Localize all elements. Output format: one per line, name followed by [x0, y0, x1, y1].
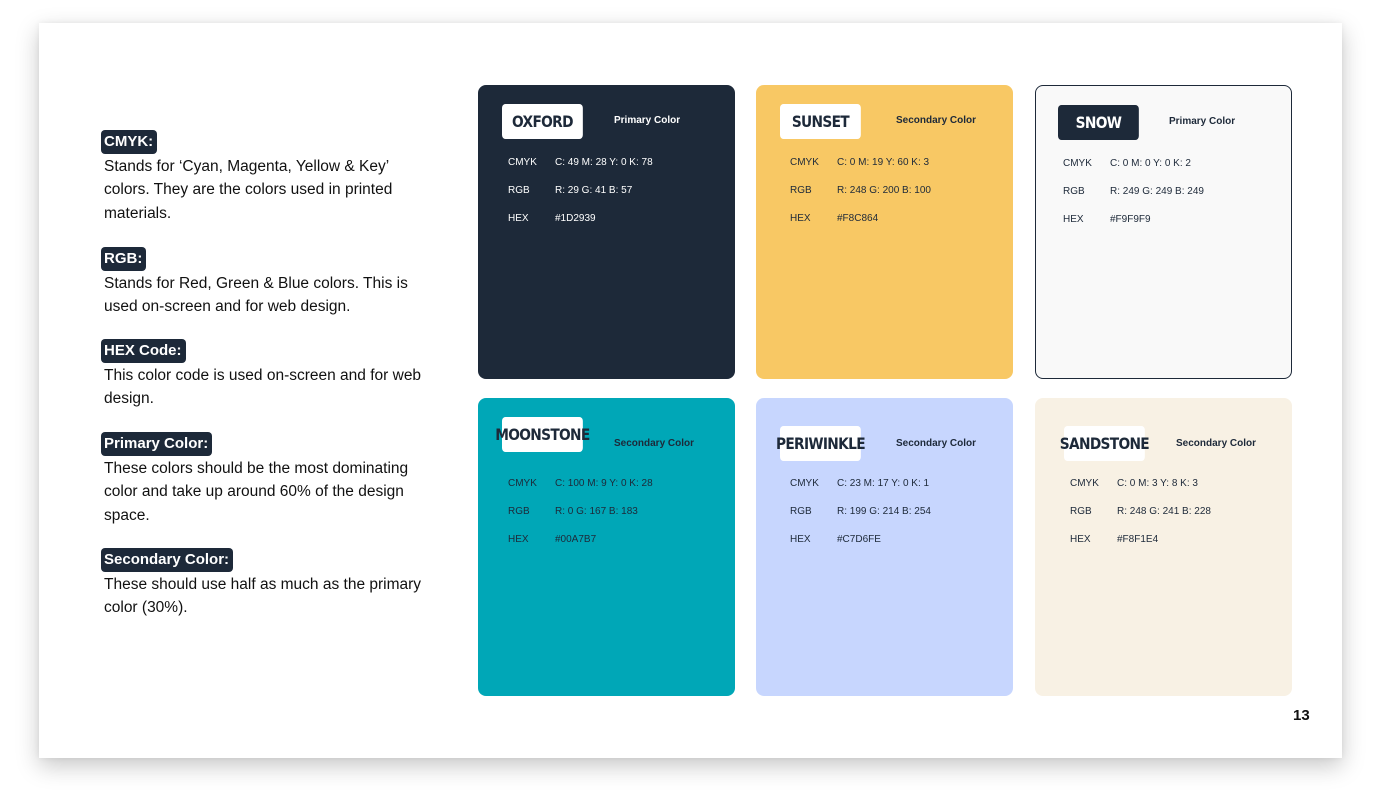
swatch-role: Secondary Color	[896, 438, 977, 449]
hex-label: HEX	[790, 534, 811, 545]
swatch-role: Primary Color	[614, 115, 681, 126]
swatch-role: Secondary Color	[896, 115, 977, 126]
definition-secondary-color: Secondary Color: These should use half a…	[101, 548, 424, 620]
rgb-value: R: 0 G: 167 B: 183	[555, 506, 638, 517]
swatch-hex-row: HEX #1D2939	[508, 213, 596, 224]
rgb-label: RGB	[508, 185, 530, 196]
rgb-value: R: 248 G: 241 B: 228	[1117, 506, 1211, 517]
definition-term: RGB:	[101, 247, 147, 271]
swatch-hex-row: HEX #F8F1E4	[1070, 534, 1158, 545]
rgb-label: RGB	[790, 506, 812, 517]
swatch-name-box: SANDSTONE	[1060, 426, 1150, 461]
swatch-name-box: PERIWINKLE	[776, 426, 866, 461]
definition-primary-color: Primary Color: These colors should be th…	[101, 432, 424, 527]
swatch-name: SANDSTONE	[1059, 434, 1150, 453]
cmyk-value: C: 0 M: 19 Y: 60 K: 3	[837, 157, 930, 168]
swatch-card-moonstone: MOONSTONE Secondary Color CMYK C: 100 M: …	[478, 398, 735, 696]
definition-hex-code: HEX Code: This color code is used on-scr…	[101, 339, 424, 411]
swatch-name: OXFORD	[512, 112, 573, 131]
slide-page: CMYK: Stands for ‘Cyan, Magenta, Yellow …	[39, 23, 1342, 758]
swatch-hex-row: HEX #C7D6FE	[790, 534, 881, 545]
cmyk-label: CMYK	[508, 478, 537, 489]
cmyk-label: CMYK	[790, 478, 819, 489]
cmyk-label: CMYK	[1063, 158, 1092, 169]
swatch-cmyk-row: CMYK C: 0 M: 3 Y: 8 K: 3	[1070, 478, 1198, 489]
hex-label: HEX	[508, 213, 529, 224]
hex-value: #1D2939	[555, 213, 596, 224]
rgb-label: RGB	[790, 185, 812, 196]
swatch-name-box: SNOW	[1058, 105, 1139, 140]
swatch-name: PERIWINKLE	[775, 434, 866, 453]
swatch-rgb-row: RGB R: 248 G: 200 B: 100	[790, 185, 931, 196]
swatch-card-oxford: OXFORD Primary Color CMYK C: 49 M: 28 Y: …	[478, 85, 735, 379]
rgb-value: R: 248 G: 200 B: 100	[837, 185, 931, 196]
page-number: 13	[1293, 707, 1310, 724]
swatch-cmyk-row: CMYK C: 100 M: 9 Y: 0 K: 28	[508, 478, 653, 489]
rgb-value: R: 199 G: 214 B: 254	[837, 506, 931, 517]
hex-value: #C7D6FE	[837, 534, 881, 545]
definition-term: HEX Code:	[101, 339, 186, 363]
swatch-name: MOONSTONE	[495, 425, 590, 444]
swatch-cmyk-row: CMYK C: 23 M: 17 Y: 0 K: 1	[790, 478, 929, 489]
rgb-label: RGB	[1070, 506, 1092, 517]
swatch-rgb-row: RGB R: 249 G: 249 B: 249	[1063, 186, 1204, 197]
swatch-rgb-row: RGB R: 29 G: 41 B: 57	[508, 185, 632, 196]
cmyk-value: C: 49 M: 28 Y: 0 K: 78	[555, 157, 653, 168]
swatch-name: SNOW	[1075, 113, 1122, 132]
definition-text: This color code is used on-screen and fo…	[104, 367, 422, 408]
hex-label: HEX	[790, 213, 811, 224]
rgb-value: R: 29 G: 41 B: 57	[555, 185, 633, 196]
swatch-name: SUNSET	[791, 112, 850, 131]
definition-text: Stands for ‘Cyan, Magenta, Yellow & Key’…	[104, 158, 393, 222]
swatch-cmyk-row: CMYK C: 0 M: 19 Y: 60 K: 3	[790, 157, 929, 168]
hex-label: HEX	[508, 534, 529, 545]
swatch-role: Secondary Color	[614, 438, 695, 449]
swatch-hex-row: HEX #F8C864	[790, 213, 878, 224]
cmyk-label: CMYK	[1070, 478, 1099, 489]
cmyk-value: C: 100 M: 9 Y: 0 K: 28	[555, 478, 653, 489]
swatch-card-sandstone: SANDSTONE Secondary Color CMYK C: 0 M: 3 …	[1035, 398, 1292, 696]
hex-value: #00A7B7	[555, 534, 597, 545]
swatch-hex-row: HEX #F9F9F9	[1063, 214, 1151, 225]
rgb-label: RGB	[508, 506, 530, 517]
swatch-rgb-row: RGB R: 199 G: 214 B: 254	[790, 506, 931, 517]
swatch-card-periwinkle: PERIWINKLE Secondary Color CMYK C: 23 M: …	[756, 398, 1013, 696]
hex-label: HEX	[1063, 214, 1084, 225]
definition-cmyk: CMYK: Stands for ‘Cyan, Magenta, Yellow …	[101, 130, 424, 225]
definition-text: Stands for Red, Green & Blue colors. Thi…	[104, 275, 408, 316]
swatch-role: Primary Color	[1169, 116, 1236, 127]
swatch-role: Secondary Color	[1176, 438, 1257, 449]
cmyk-value: C: 0 M: 0 Y: 0 K: 2	[1110, 158, 1191, 169]
rgb-value: R: 249 G: 249 B: 249	[1110, 186, 1204, 197]
definition-term: Primary Color:	[101, 432, 213, 456]
swatch-name-box: OXFORD	[502, 104, 583, 139]
swatch-card-sunset: SUNSET Secondary Color CMYK C: 0 M: 19 Y:…	[756, 85, 1013, 379]
cmyk-value: C: 23 M: 17 Y: 0 K: 1	[837, 478, 930, 489]
definition-rgb: RGB: Stands for Red, Green & Blue colors…	[101, 247, 424, 319]
swatch-name-box: MOONSTONE	[495, 417, 590, 452]
hex-value: #F8C864	[837, 213, 879, 224]
swatch-hex-row: HEX #00A7B7	[508, 534, 596, 545]
definition-term: CMYK:	[101, 130, 158, 154]
hex-value: #F9F9F9	[1110, 214, 1151, 225]
swatch-card-snow: SNOW Primary Color CMYK C: 0 M: 0 Y: 0 K:…	[1035, 85, 1292, 379]
cmyk-label: CMYK	[508, 157, 537, 168]
swatch-cmyk-row: CMYK C: 0 M: 0 Y: 0 K: 2	[1063, 158, 1191, 169]
cmyk-label: CMYK	[790, 157, 819, 168]
swatch-rgb-row: RGB R: 248 G: 241 B: 228	[1070, 506, 1211, 517]
swatch-name-box: SUNSET	[780, 104, 861, 139]
definition-term: Secondary Color:	[101, 548, 234, 572]
hex-value: #F8F1E4	[1117, 534, 1159, 545]
swatch-cmyk-row: CMYK C: 49 M: 28 Y: 0 K: 78	[508, 157, 653, 168]
cmyk-value: C: 0 M: 3 Y: 8 K: 3	[1117, 478, 1198, 489]
rgb-label: RGB	[1063, 186, 1085, 197]
hex-label: HEX	[1070, 534, 1091, 545]
swatch-rgb-row: RGB R: 0 G: 167 B: 183	[508, 506, 638, 517]
definition-text: These should use half as much as the pri…	[104, 576, 422, 617]
definition-text: These colors should be the most dominati…	[104, 460, 409, 524]
